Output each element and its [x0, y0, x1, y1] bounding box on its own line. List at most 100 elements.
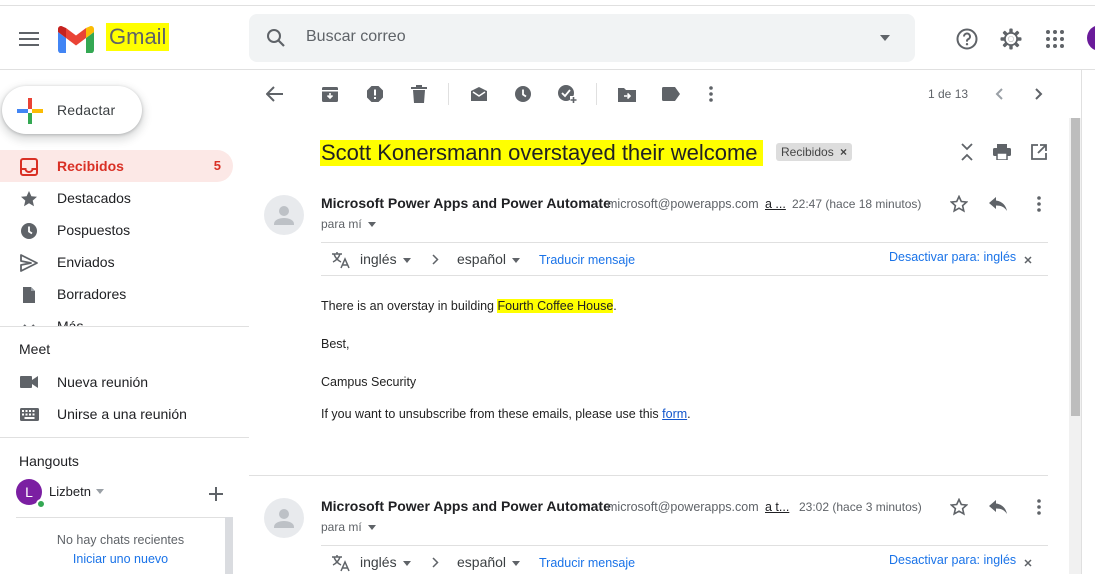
source-language-dropdown-icon[interactable]	[403, 258, 411, 263]
sidebar-item-snoozed[interactable]: Pospuestos	[0, 214, 233, 246]
newer-chevron-right-icon[interactable]	[1031, 86, 1047, 102]
close-translate-icon[interactable]	[1024, 256, 1032, 264]
search-bar[interactable]: Buscar correo	[249, 14, 915, 62]
sidebar-item-label: Enviados	[57, 254, 115, 270]
toolbar-separator	[448, 83, 449, 105]
account-avatar[interactable]	[1087, 25, 1095, 51]
back-arrow-icon[interactable]	[265, 84, 285, 104]
sender-name[interactable]: Microsoft Power Apps and Power Automate	[321, 195, 611, 211]
translate-icon	[331, 250, 351, 270]
message-more-icon[interactable]	[1029, 497, 1049, 517]
chevron-down-icon	[20, 318, 38, 326]
source-language-select[interactable]: inglés	[360, 554, 397, 570]
delete-trash-icon[interactable]	[409, 84, 429, 104]
compose-button[interactable]: Redactar	[2, 86, 142, 134]
sidebar-item-inbox[interactable]: Recibidos 5	[0, 150, 233, 182]
message-scrollbar-thumb[interactable]	[1071, 118, 1080, 416]
sidebar-item-starred[interactable]: Destacados	[0, 182, 233, 214]
hangouts-divider	[16, 517, 225, 518]
translate-bar: inglés español Traducir mensaje Desactiv…	[321, 545, 1048, 574]
close-translate-icon[interactable]	[1024, 559, 1032, 567]
unsubscribe-form-link[interactable]: form	[662, 407, 687, 421]
body-text: If you want to unsubscribe from these em…	[321, 407, 663, 421]
body-text: .	[687, 407, 691, 421]
sender-name[interactable]: Microsoft Power Apps and Power Automate	[321, 498, 611, 514]
disable-translation-link[interactable]: Desactivar para: inglés	[889, 553, 1016, 567]
keyboard-icon	[19, 407, 39, 421]
compose-plus-icon	[17, 98, 43, 124]
recipient-truncated[interactable]: a t...	[765, 500, 789, 514]
disable-translation-link[interactable]: Desactivar para: inglés	[889, 250, 1016, 264]
report-spam-icon[interactable]	[365, 84, 385, 104]
collapse-all-icon[interactable]	[957, 142, 977, 162]
reply-icon[interactable]	[988, 194, 1008, 214]
search-input[interactable]: Buscar correo	[306, 28, 406, 46]
message-view: Scott Konersmann overstayed their welcom…	[249, 118, 1071, 574]
recipient-text: para mí	[321, 520, 362, 534]
user-dropdown-icon[interactable]	[96, 489, 104, 494]
archive-icon[interactable]	[320, 84, 340, 104]
details-dropdown-icon[interactable]	[368, 222, 377, 228]
sidebar-item-label: Recibidos	[57, 158, 124, 174]
sidebar-item-drafts[interactable]: Borradores	[0, 278, 233, 310]
mark-unread-icon[interactable]	[469, 84, 489, 104]
message-time: 23:02 (hace 3 minutos)	[799, 500, 922, 514]
move-to-folder-icon[interactable]	[617, 84, 637, 104]
video-camera-icon	[19, 375, 39, 389]
sidebar-divider	[0, 437, 249, 438]
label-tag-icon[interactable]	[661, 84, 681, 104]
reply-icon[interactable]	[988, 497, 1008, 517]
more-vertical-icon[interactable]	[701, 84, 721, 104]
inbox-label-chip[interactable]: Recibidos ×	[776, 143, 853, 161]
star-outline-icon[interactable]	[949, 194, 969, 214]
online-status-dot	[36, 499, 46, 509]
new-meeting-link[interactable]: Nueva reunión	[57, 374, 148, 390]
open-new-window-icon[interactable]	[1029, 142, 1049, 162]
hangouts-user-name[interactable]: Lizbetn	[49, 484, 91, 499]
message-toolbar: 1 de 13	[249, 71, 1081, 117]
hangouts-scrollbar[interactable]	[225, 517, 233, 574]
print-icon[interactable]	[992, 142, 1012, 162]
star-outline-icon[interactable]	[949, 497, 969, 517]
target-language-select[interactable]: español	[457, 554, 506, 570]
target-language-select[interactable]: español	[457, 251, 506, 267]
recipient-summary[interactable]: para mí	[321, 520, 377, 534]
translate-message-link[interactable]: Traducir mensaje	[539, 253, 635, 267]
sidebar-item-label: Más	[57, 318, 84, 326]
chevron-right-icon	[432, 254, 439, 265]
join-meeting-link[interactable]: Unirse a una reunión	[57, 406, 187, 422]
source-language-dropdown-icon[interactable]	[403, 561, 411, 566]
search-options-icon[interactable]	[875, 32, 895, 44]
sidebar-item-sent[interactable]: Enviados	[0, 246, 233, 278]
sidebar-item-label: Borradores	[57, 286, 127, 302]
search-icon[interactable]	[265, 27, 287, 49]
chevron-right-icon	[432, 557, 439, 568]
add-to-tasks-icon[interactable]	[557, 84, 577, 104]
translate-bar: inglés español Traducir mensaje Desactiv…	[321, 242, 1048, 276]
source-language-select[interactable]: inglés	[360, 251, 397, 267]
recipient-summary[interactable]: para mí	[321, 217, 377, 231]
details-dropdown-icon[interactable]	[368, 525, 377, 531]
settings-gear-icon[interactable]	[998, 26, 1024, 52]
translate-message-link[interactable]: Traducir mensaje	[539, 556, 635, 570]
target-language-dropdown-icon[interactable]	[512, 561, 520, 566]
label-chip-text: Recibidos	[781, 145, 834, 159]
body-line-1: There is an overstay in building Fourth …	[321, 299, 617, 313]
apps-grid-icon[interactable]	[1042, 26, 1068, 52]
main-menu-icon[interactable]	[16, 26, 42, 52]
clock-icon	[20, 222, 38, 240]
remove-label-icon[interactable]: ×	[840, 145, 847, 159]
add-chat-plus-icon[interactable]	[207, 485, 225, 503]
target-language-dropdown-icon[interactable]	[512, 258, 520, 263]
message-more-icon[interactable]	[1029, 194, 1049, 214]
star-icon	[20, 190, 38, 208]
gmail-logo-icon[interactable]	[58, 25, 94, 53]
gmail-wordmark[interactable]: Gmail	[106, 23, 170, 51]
meet-title: Meet	[19, 341, 51, 357]
help-icon[interactable]	[954, 26, 980, 52]
recipient-truncated[interactable]: a ...	[765, 197, 786, 211]
start-chat-link[interactable]: Iniciar uno nuevo	[16, 552, 225, 566]
sidebar-item-more[interactable]: Más	[0, 310, 233, 326]
snooze-clock-icon[interactable]	[513, 84, 533, 104]
older-chevron-left-icon[interactable]	[991, 86, 1007, 102]
